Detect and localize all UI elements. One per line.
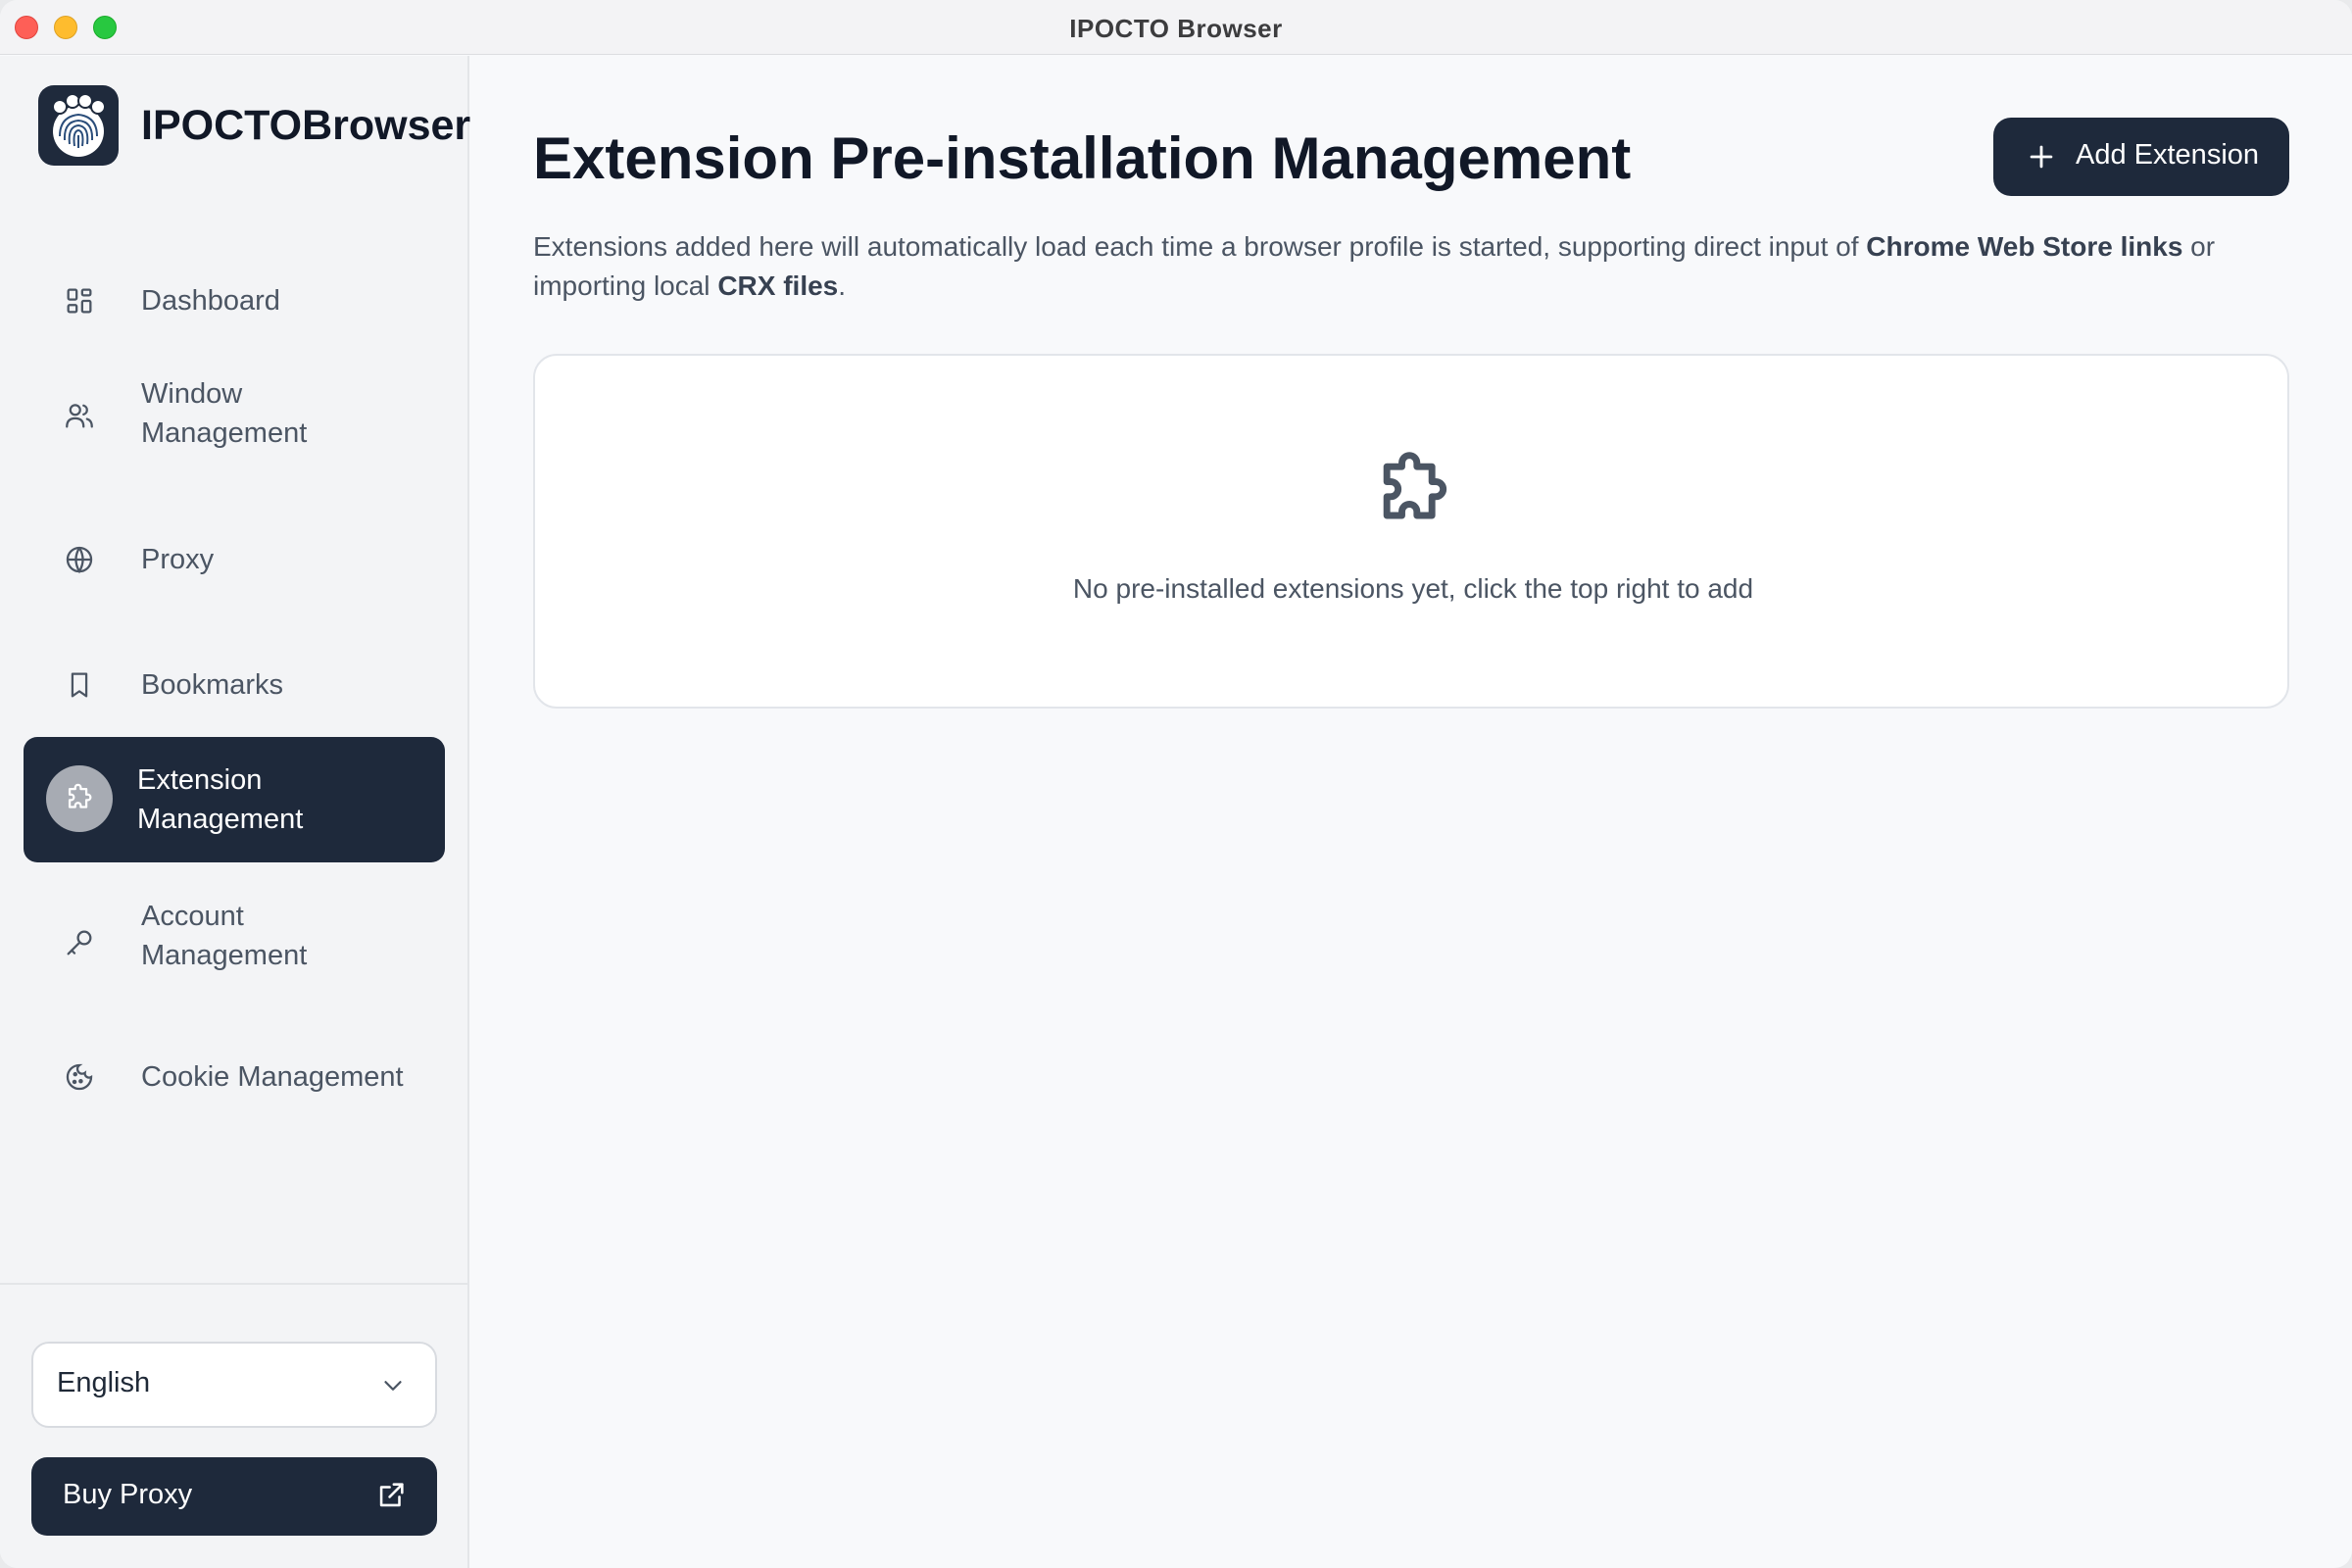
buy-proxy-label: Buy Proxy bbox=[63, 1479, 193, 1510]
sidebar-divider bbox=[0, 1283, 469, 1285]
sidebar-item-proxy[interactable]: Proxy bbox=[24, 520, 445, 599]
key-icon bbox=[63, 926, 96, 959]
users-icon bbox=[63, 399, 96, 432]
description-text: Extensions added here will automatically… bbox=[533, 231, 1867, 262]
sidebar-item-bookmarks[interactable]: Bookmarks bbox=[24, 646, 445, 724]
sidebar-item-extension-management[interactable]: Extension Management bbox=[24, 737, 445, 862]
sidebar-item-dashboard[interactable]: Dashboard bbox=[24, 262, 445, 340]
app-window: IPOCTO Browser IPOCTOBrowser Dashboard W… bbox=[0, 0, 2352, 1568]
language-select[interactable]: English bbox=[31, 1342, 437, 1428]
add-extension-button[interactable]: Add Extension bbox=[1993, 118, 2289, 196]
main-content: Extension Pre-installation Management Ad… bbox=[471, 56, 2352, 1568]
buy-proxy-button[interactable]: Buy Proxy bbox=[31, 1457, 437, 1536]
language-selected-value: English bbox=[57, 1367, 151, 1398]
description-bold-chrome-web-store: Chrome Web Store links bbox=[1866, 231, 2183, 262]
sidebar-item-label: Account Management bbox=[141, 901, 308, 971]
sidebar-item-label: Dashboard bbox=[141, 285, 280, 317]
title-bar: IPOCTO Browser bbox=[0, 0, 2352, 55]
sidebar-item-label: Bookmarks bbox=[141, 669, 284, 701]
sidebar-item-label: Proxy bbox=[141, 544, 215, 575]
empty-state-card: No pre-installed extensions yet, click t… bbox=[533, 354, 2289, 709]
globe-icon bbox=[63, 543, 96, 576]
window-title: IPOCTO Browser bbox=[1069, 14, 1283, 43]
page-title: Extension Pre-installation Management bbox=[533, 125, 1632, 191]
chevron-down-icon bbox=[378, 1371, 408, 1400]
description-bold-crx-files: CRX files bbox=[717, 270, 839, 301]
puzzle-icon bbox=[46, 765, 113, 832]
puzzle-icon bbox=[1368, 448, 1458, 538]
add-extension-label: Add Extension bbox=[2076, 139, 2260, 171]
sidebar-item-account-management[interactable]: Account Management bbox=[24, 887, 445, 995]
brand-logo bbox=[38, 85, 119, 166]
external-link-icon bbox=[374, 1479, 408, 1512]
description-text: . bbox=[838, 270, 847, 301]
cookie-icon bbox=[63, 1060, 96, 1094]
empty-state-message: No pre-installed extensions yet, click t… bbox=[1072, 573, 1754, 604]
bookmark-icon bbox=[63, 668, 96, 702]
dashboard-icon bbox=[63, 284, 96, 318]
sidebar-item-window-management[interactable]: Window Management bbox=[24, 369, 445, 477]
sidebar-item-label: Extension Management bbox=[137, 764, 304, 835]
sidebar-item-cookie-management[interactable]: Cookie Management bbox=[24, 1038, 445, 1116]
fingerprint-logo-icon bbox=[52, 93, 106, 157]
brand-name: IPOCTOBrowser bbox=[141, 102, 471, 149]
sidebar: IPOCTOBrowser Dashboard Window Managemen… bbox=[0, 56, 471, 1568]
sidebar-item-label: Window Management bbox=[141, 378, 308, 449]
page-description: Extensions added here will automatically… bbox=[533, 227, 2297, 306]
plus-icon bbox=[2025, 140, 2058, 173]
sidebar-item-label: Cookie Management bbox=[141, 1061, 404, 1093]
